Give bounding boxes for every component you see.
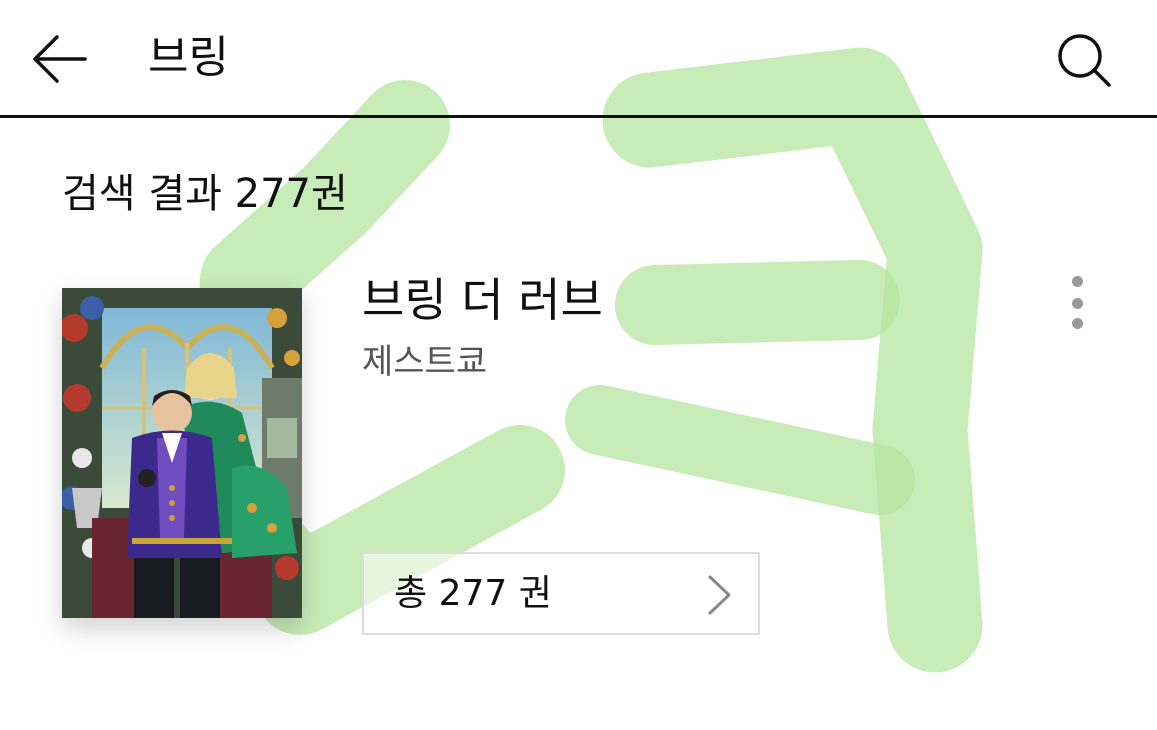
arrow-left-icon: [33, 35, 87, 83]
more-vertical-icon: [1072, 298, 1083, 309]
book-title[interactable]: 브링 더 러브: [362, 270, 603, 330]
search-results-page: 브링 검색 결과 277권 브링 더 러브 제스트쿄 총 277 권: [0, 0, 1157, 730]
book-author[interactable]: 제스트쿄: [362, 338, 487, 386]
more-options-button[interactable]: [1058, 268, 1098, 338]
book-cover-image[interactable]: [62, 288, 302, 618]
chevron-right-icon: [708, 575, 731, 615]
search-query-title: 브링: [148, 32, 229, 83]
more-vertical-icon: [1072, 318, 1083, 329]
result-count: 검색 결과 277권: [62, 171, 348, 217]
all-volumes-button[interactable]: 총 277 권: [362, 552, 760, 635]
search-button[interactable]: [1050, 26, 1120, 96]
back-button[interactable]: [24, 26, 94, 92]
volumes-label: 총 277 권: [394, 573, 552, 614]
search-icon: [1058, 34, 1111, 87]
app-header: 브링: [0, 0, 1157, 118]
more-vertical-icon: [1072, 276, 1083, 287]
